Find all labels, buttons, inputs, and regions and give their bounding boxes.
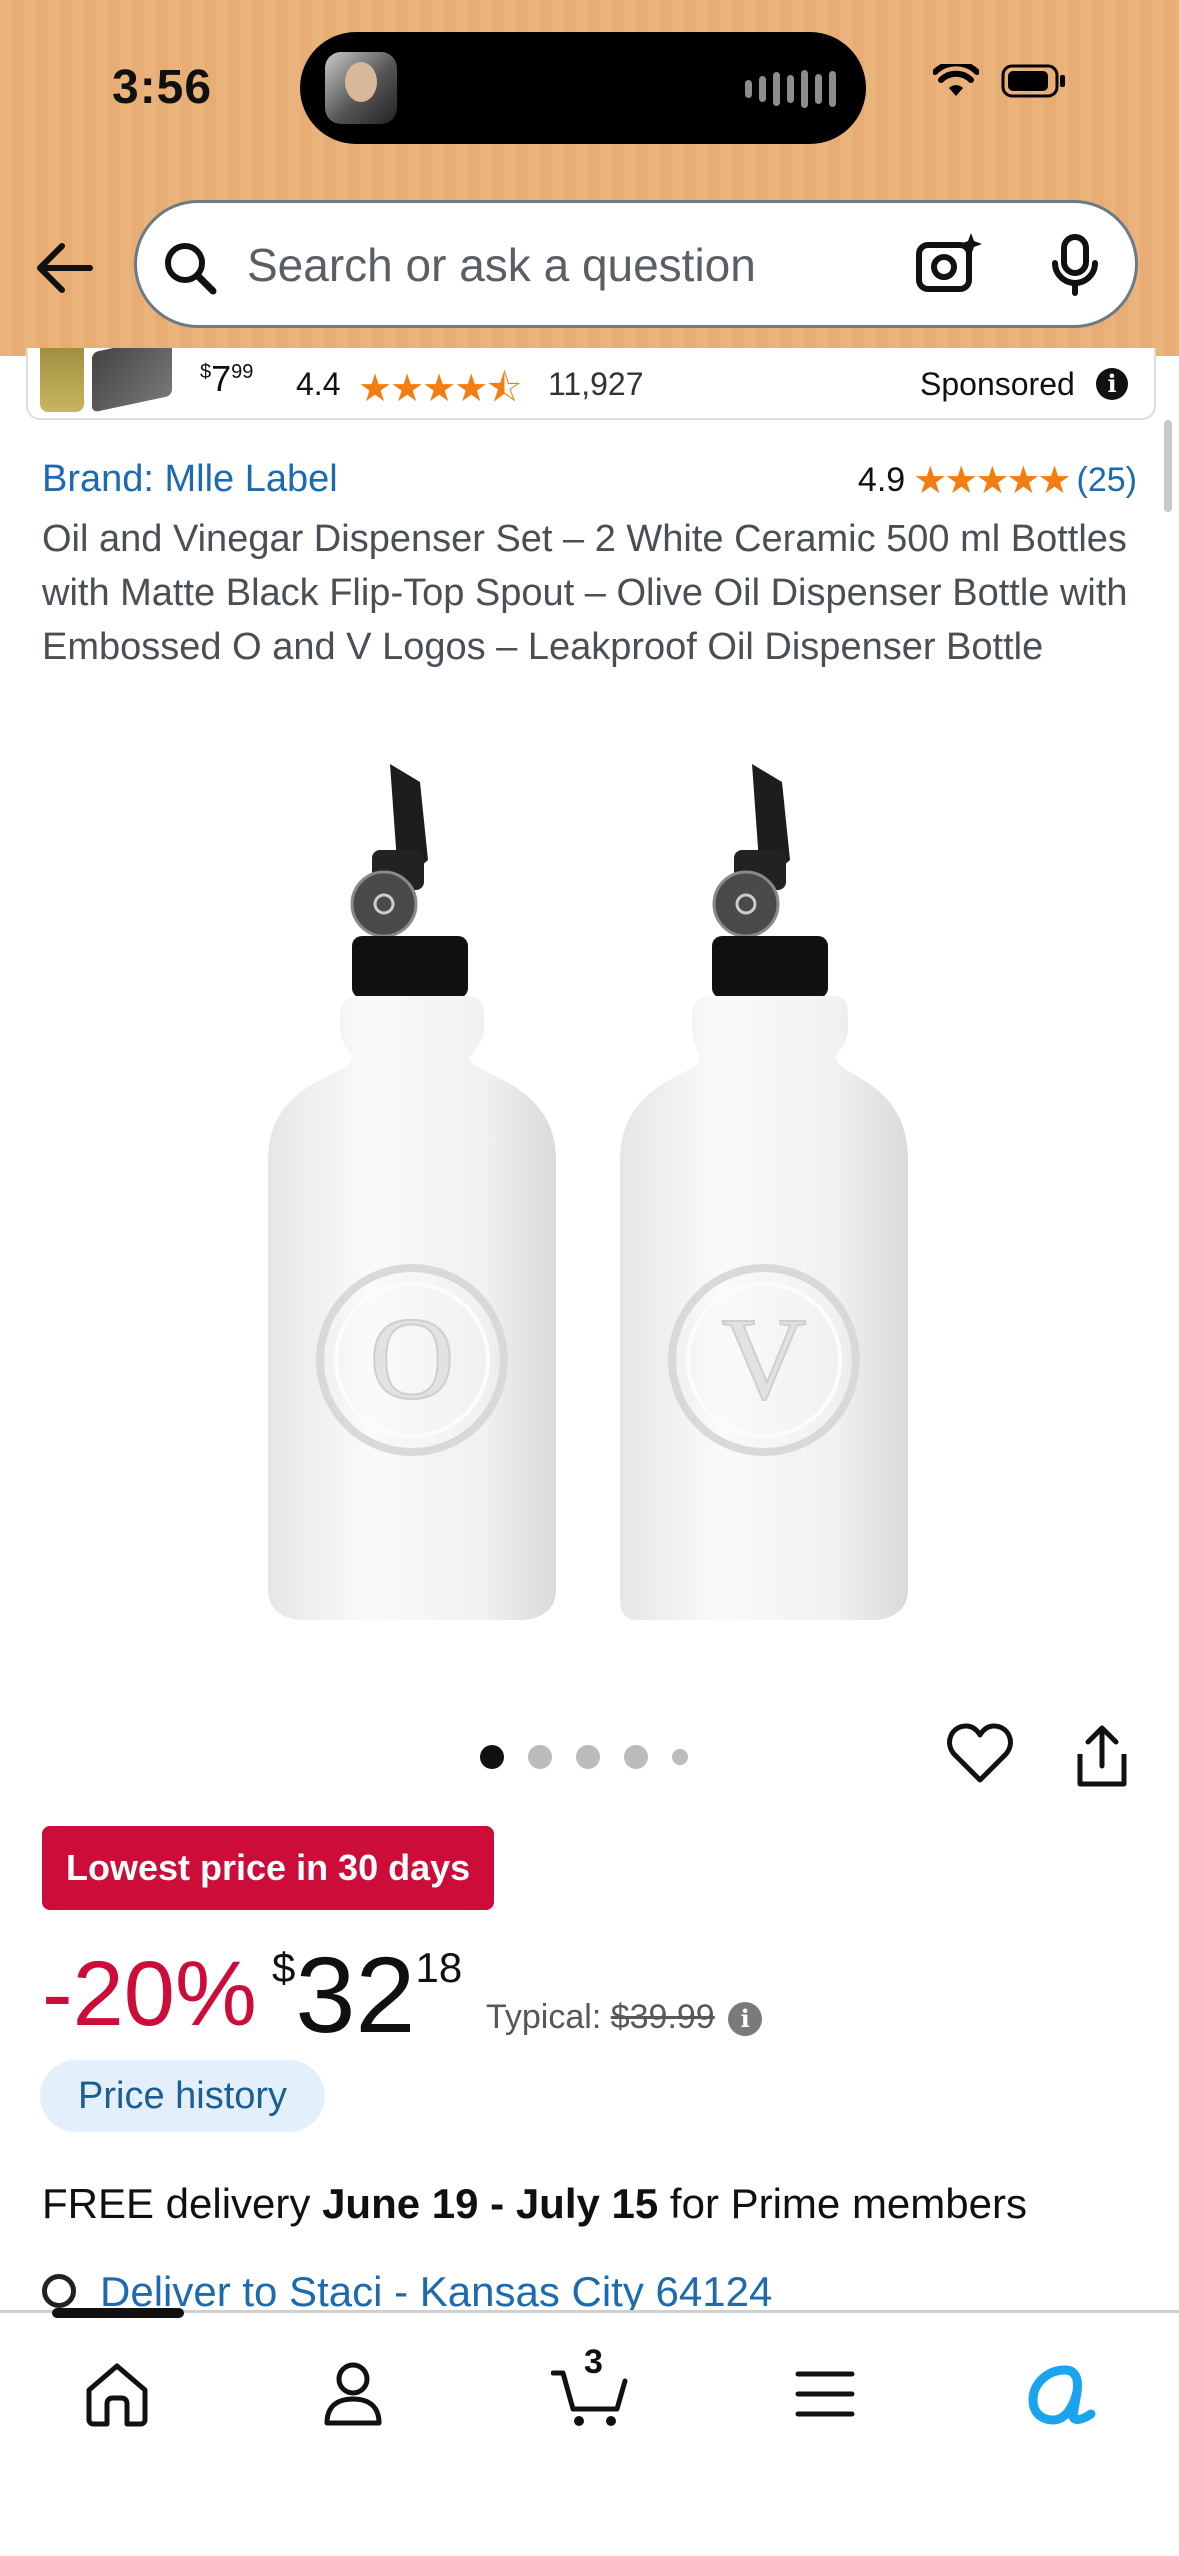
info-icon[interactable]: i bbox=[1096, 368, 1128, 400]
deal-badge: Lowest price in 30 days bbox=[42, 1826, 495, 1910]
rating-value: 4.9 bbox=[857, 461, 906, 499]
sponsored-rating: 4.4 bbox=[296, 366, 341, 402]
delivery-dates: June 19 - July 15 bbox=[322, 2180, 659, 2227]
dynamic-island[interactable] bbox=[300, 32, 866, 144]
bottom-sheet-handle bbox=[52, 2308, 184, 2318]
brand-link[interactable]: Brand: Mlle Label bbox=[42, 458, 338, 501]
account-icon[interactable] bbox=[308, 2349, 398, 2439]
star-rating-icon: ★★★★★ bbox=[913, 460, 1071, 502]
bottle-right: V bbox=[620, 764, 908, 1620]
share-icon[interactable] bbox=[1072, 1722, 1132, 1795]
carousel-dot[interactable] bbox=[528, 1745, 552, 1769]
search-input[interactable] bbox=[245, 223, 889, 307]
typical-label: Typical: bbox=[486, 1998, 602, 2036]
carousel-dot[interactable] bbox=[480, 1745, 504, 1769]
search-icon bbox=[161, 239, 219, 302]
carousel-dot[interactable] bbox=[576, 1745, 600, 1769]
sponsored-product-thumbnail bbox=[40, 348, 84, 412]
alexa-icon[interactable] bbox=[1016, 2349, 1106, 2439]
product-title: Oil and Vinegar Dispenser Set – 2 White … bbox=[42, 518, 1128, 668]
info-icon[interactable]: i bbox=[728, 2002, 763, 2037]
rating-count-link[interactable]: (25) bbox=[1077, 461, 1137, 500]
now-playing-artwork bbox=[325, 52, 397, 124]
logo-v: V bbox=[721, 1293, 806, 1424]
scrollbar[interactable] bbox=[1164, 420, 1172, 512]
delivery-info: FREE delivery June 19 - July 15 for Prim… bbox=[42, 2180, 1027, 2227]
back-arrow-icon[interactable] bbox=[30, 232, 102, 304]
heart-icon[interactable] bbox=[946, 1722, 1014, 1791]
bottom-nav-bar: 3 bbox=[0, 2310, 1179, 2556]
cart-icon[interactable]: 3 bbox=[546, 2343, 636, 2439]
menu-icon[interactable] bbox=[780, 2349, 870, 2439]
sponsored-review-count: 11,927 bbox=[548, 366, 644, 402]
sponsored-product-thumbnail bbox=[92, 348, 172, 413]
product-image[interactable]: O V bbox=[0, 740, 1179, 1680]
bottle-left: O bbox=[268, 764, 556, 1620]
discount-percent: -20% bbox=[42, 1943, 257, 2045]
camera-icon[interactable] bbox=[913, 229, 983, 304]
home-icon[interactable] bbox=[72, 2349, 162, 2439]
sponsored-price: $799 bbox=[200, 358, 254, 399]
wifi-icon bbox=[933, 64, 979, 98]
price-whole: 32 bbox=[295, 1934, 416, 2055]
sponsored-label: Sponsored bbox=[920, 366, 1075, 402]
image-carousel-dots[interactable] bbox=[480, 1745, 688, 1769]
current-price: $3218 bbox=[272, 1932, 462, 2057]
audio-wave-icon bbox=[745, 70, 836, 108]
carousel-dot[interactable] bbox=[624, 1745, 648, 1769]
logo-o: O bbox=[369, 1293, 454, 1424]
mic-icon[interactable] bbox=[1047, 233, 1103, 302]
product-rating[interactable]: 4.9 ★★★★★ (25) bbox=[858, 458, 1137, 503]
star-rating-icon: ★★★★⯪ bbox=[358, 368, 522, 410]
location-icon bbox=[42, 2273, 76, 2308]
cart-count: 3 bbox=[584, 2343, 603, 2381]
status-time: 3:56 bbox=[112, 61, 213, 114]
typical-price: Typical: $39.99 i bbox=[486, 1998, 763, 2037]
search-bar[interactable] bbox=[134, 200, 1138, 328]
status-icons bbox=[933, 64, 1067, 98]
app-header: 3:56 bbox=[0, 0, 1179, 356]
bottle-illustration: O V bbox=[268, 764, 908, 1620]
sponsored-product-strip[interactable]: $799 4.4 ★★★★⯪ 11,927 Sponsored i bbox=[26, 348, 1156, 420]
price-fraction: 18 bbox=[415, 1944, 463, 1991]
battery-icon bbox=[1001, 64, 1067, 98]
price-currency: $ bbox=[272, 1944, 296, 1991]
typical-price-value: $39.99 bbox=[610, 1998, 715, 2036]
price-history-button[interactable]: Price history bbox=[40, 2060, 326, 2132]
carousel-dot[interactable] bbox=[672, 1749, 688, 1765]
